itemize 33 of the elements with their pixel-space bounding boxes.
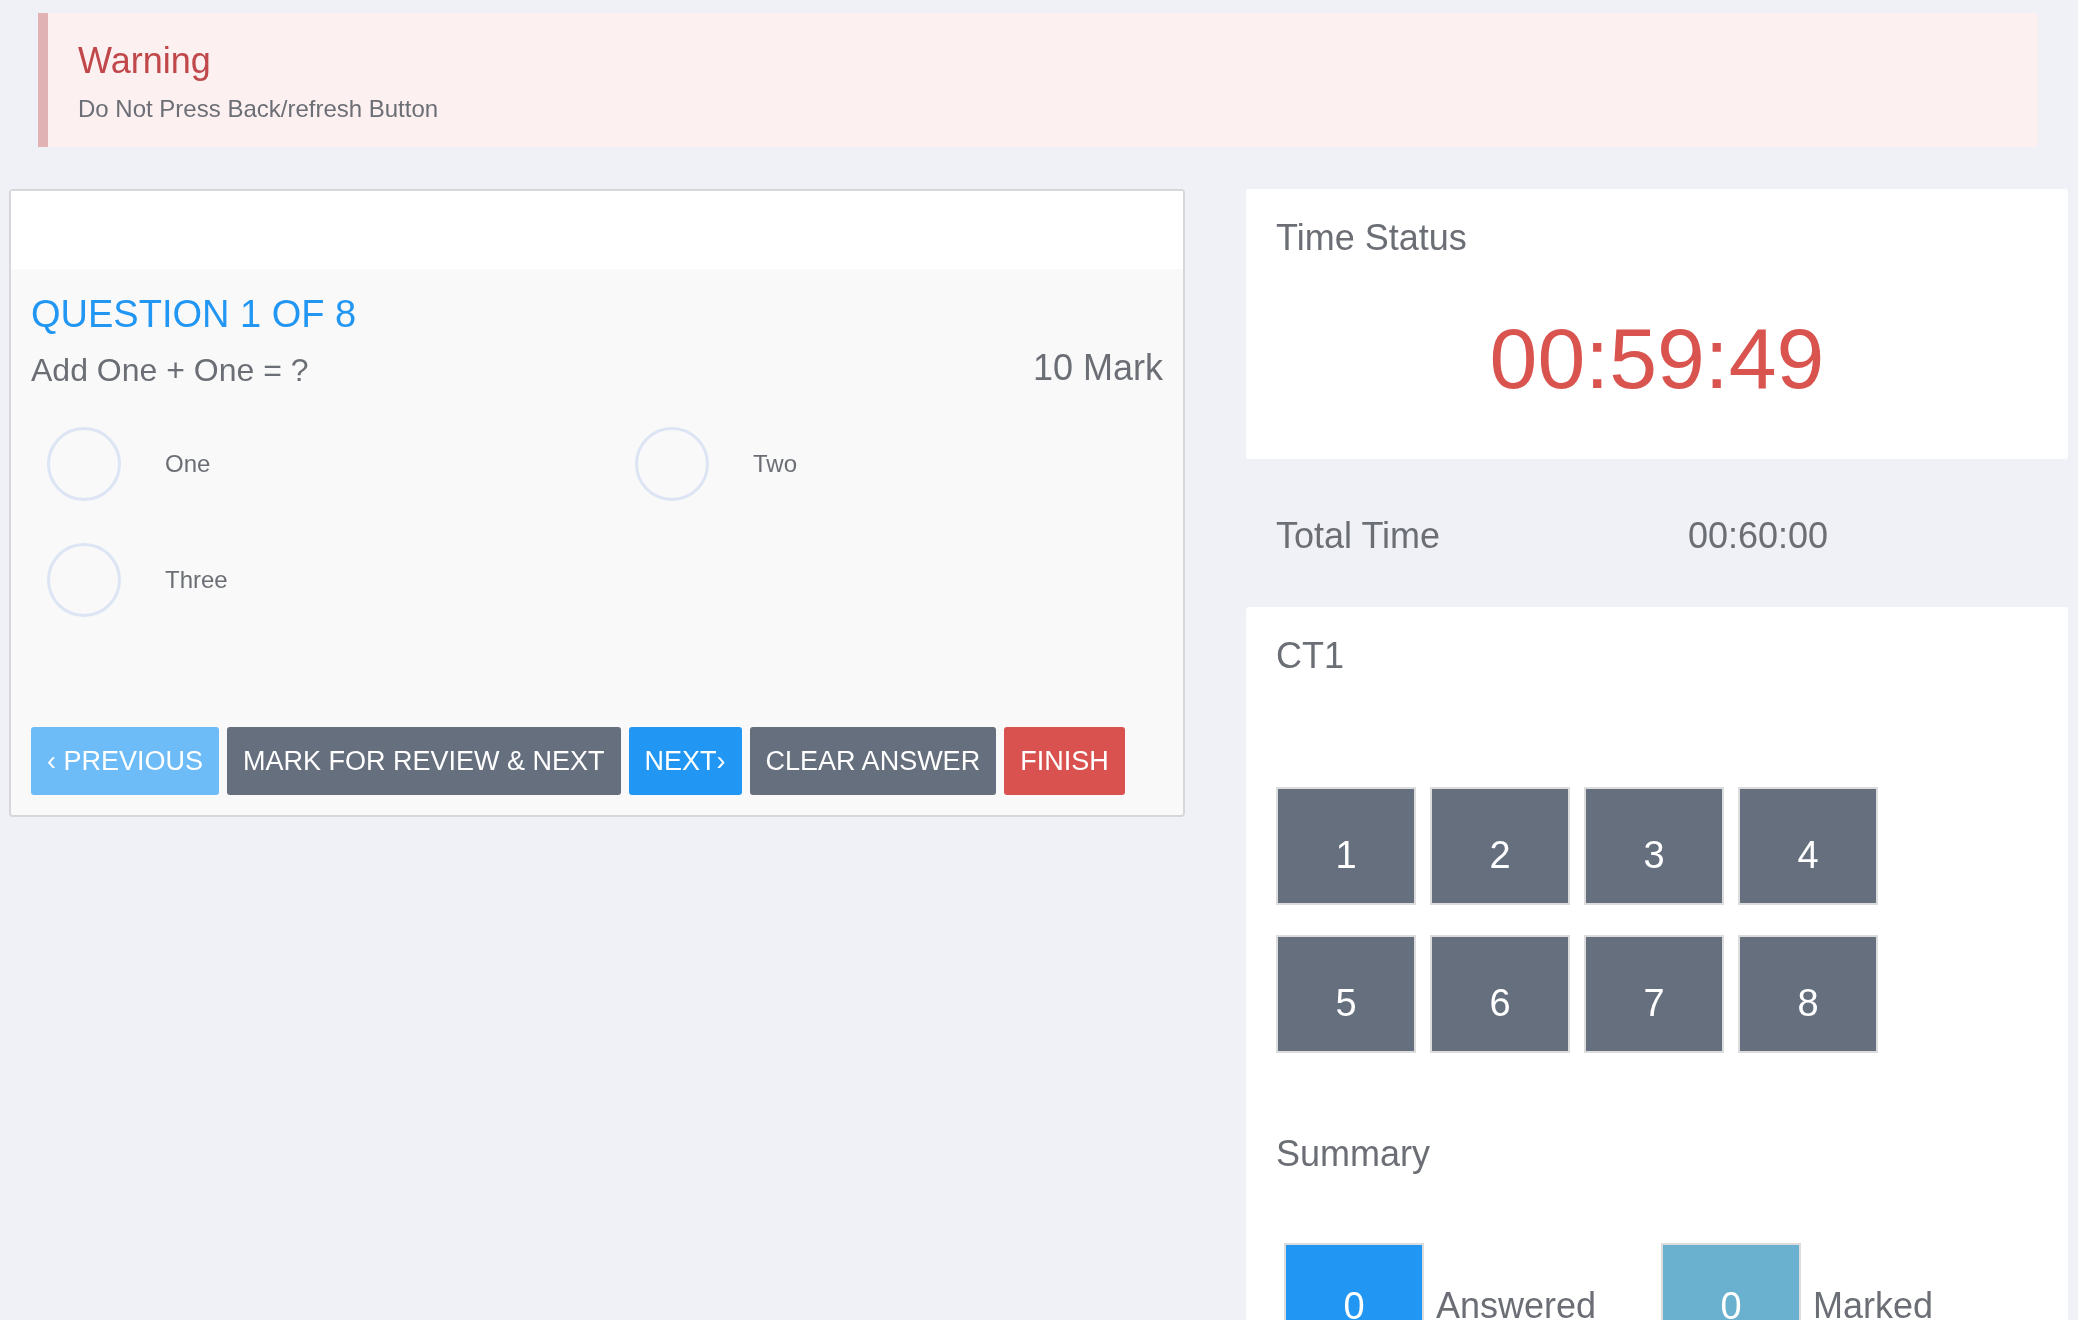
finish-button[interactable]: FINISH [1004, 727, 1125, 795]
question-number-button[interactable]: 5 [1276, 935, 1416, 1053]
option-label[interactable]: Three [165, 566, 228, 594]
radio-button[interactable] [47, 543, 121, 617]
radio-button[interactable] [47, 427, 121, 501]
question-number-button[interactable]: 3 [1584, 787, 1724, 905]
card-title: CT1 [1276, 635, 1345, 677]
alert-title: Warning [78, 39, 212, 83]
question-number-button[interactable]: 4 [1738, 787, 1878, 905]
summary-count: 0 [1284, 1243, 1424, 1320]
radio-button[interactable] [635, 427, 709, 501]
card-title: Time Status [1276, 217, 1468, 259]
option-label[interactable]: Two [753, 450, 797, 478]
summary-label: Answered [1436, 1284, 1597, 1320]
question-number-button[interactable]: 6 [1430, 935, 1570, 1053]
option-label[interactable]: One [165, 450, 211, 478]
question-number-button[interactable]: 7 [1584, 935, 1724, 1053]
next-button[interactable]: NEXT› [628, 727, 742, 795]
question-number-button[interactable]: 8 [1738, 935, 1878, 1053]
summary-title: Summary [1276, 1133, 1432, 1175]
question-number-button[interactable]: 1 [1276, 787, 1416, 905]
question-text: Add One + One = ? [31, 352, 309, 389]
question-heading: QUESTION 1 OF 8 [31, 292, 358, 337]
mark-review-button[interactable]: MARK FOR REVIEW & NEXT [227, 727, 621, 795]
total-time-value: 00:60:00 [1688, 515, 1829, 557]
total-time-label: Total Time [1276, 515, 1442, 557]
clear-answer-button[interactable]: CLEAR ANSWER [749, 727, 997, 795]
countdown-timer: 00:59:49 [1488, 309, 1826, 408]
alert-message: Do Not Press Back/refresh Button [78, 95, 440, 123]
summary-count: 0 [1661, 1243, 1801, 1320]
question-marks: 10 Mark [1032, 347, 1163, 389]
question-number-button[interactable]: 2 [1430, 787, 1570, 905]
summary-label: Marked [1813, 1284, 1934, 1320]
